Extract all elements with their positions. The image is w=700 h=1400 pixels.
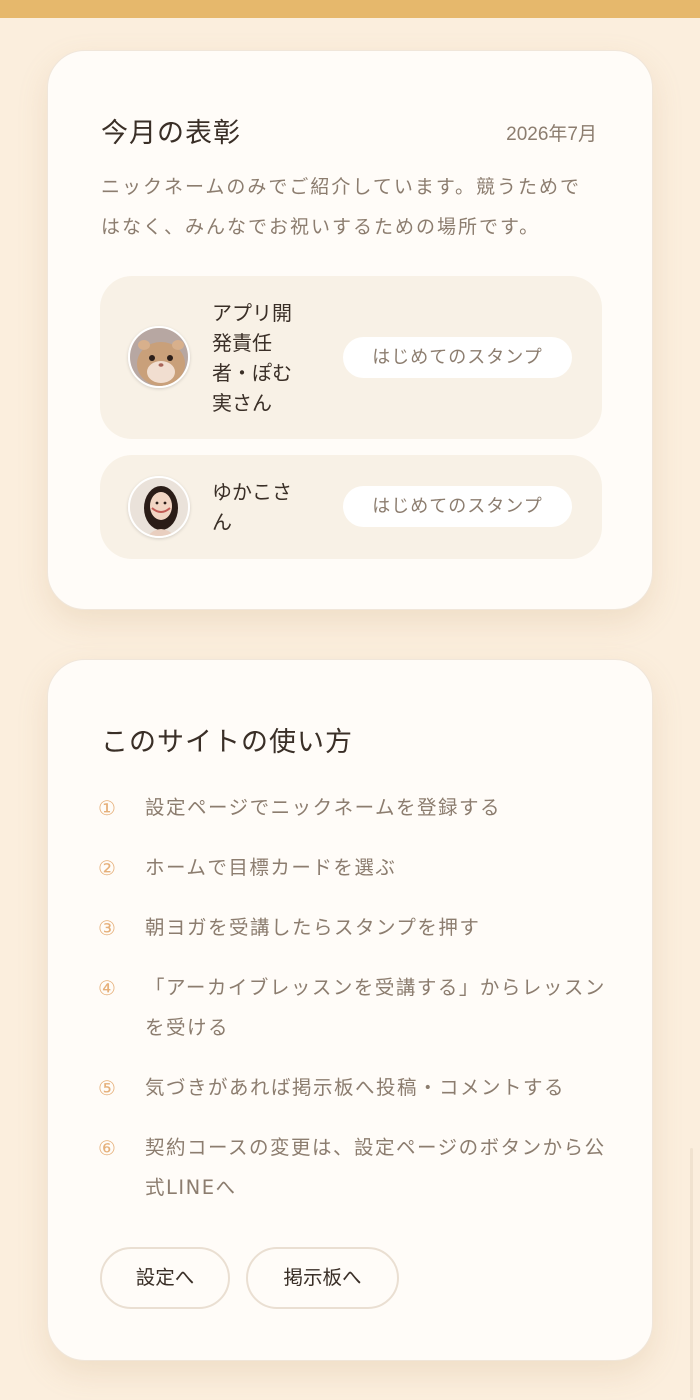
step-text: 設定ページでニックネームを登録する: [145, 796, 502, 819]
step-text: 契約コースの変更は、設定ページのボタンから公式LINEへ: [145, 1136, 606, 1199]
woman-avatar: [128, 476, 190, 538]
hamster-avatar: [128, 326, 190, 388]
step-item: ③ 朝ヨガを受講したらスタンプを押す: [98, 908, 608, 948]
awards-month: 2026年7月: [506, 124, 597, 145]
step-text: 気づきがあれば掲示板へ投稿・コメントする: [145, 1076, 566, 1099]
step-text: ホームで目標カードを選ぶ: [145, 856, 397, 879]
step-number: ②: [98, 856, 116, 880]
winner-name: アプリ開発責任者・ぽむ実さん: [212, 301, 292, 415]
award-badge: はじめてのスタンプ: [343, 337, 572, 378]
monthly-awards-card: 今月の表彰 2026年7月 ニックネームのみでご紹介しています。競うためではなく…: [47, 50, 653, 610]
settings-button[interactable]: 設定へ: [100, 1247, 230, 1309]
scrollbar-thumb[interactable]: [690, 1148, 693, 1398]
howto-title: このサイトの使い方: [101, 727, 353, 758]
winner-row: アプリ開発責任者・ぽむ実さん はじめてのスタンプ: [100, 276, 602, 439]
step-item: ⑤ 気づきがあれば掲示板へ投稿・コメントする: [98, 1068, 608, 1108]
step-item: ④ 「アーカイブレッスンを受講する」からレッスンを受ける: [98, 968, 608, 1048]
winner-row: ゆかこさん はじめてのスタンプ: [100, 455, 602, 559]
step-number: ⑥: [98, 1136, 116, 1160]
awards-intro: ニックネームのみでご紹介しています。競うためではなく、みんなでお祝いするための場…: [101, 176, 581, 238]
step-text: 「アーカイブレッスンを受講する」からレッスンを受ける: [145, 976, 606, 1039]
step-item: ② ホームで目標カードを選ぶ: [98, 848, 608, 888]
step-number: ①: [98, 796, 116, 820]
step-number: ③: [98, 916, 116, 940]
award-badge: はじめてのスタンプ: [343, 486, 572, 527]
step-number: ④: [98, 976, 116, 1000]
step-item: ⑥ 契約コースの変更は、設定ページのボタンから公式LINEへ: [98, 1128, 608, 1208]
awards-title: 今月の表彰: [101, 118, 241, 149]
howto-steps: ① 設定ページでニックネームを登録する ② ホームで目標カードを選ぶ ③ 朝ヨガ…: [98, 788, 608, 1228]
winner-name: ゆかこさん: [212, 480, 292, 534]
top-accent-bar: [0, 0, 700, 18]
step-text: 朝ヨガを受講したらスタンプを押す: [145, 916, 481, 939]
step-number: ⑤: [98, 1076, 116, 1100]
step-item: ① 設定ページでニックネームを登録する: [98, 788, 608, 828]
board-button[interactable]: 掲示板へ: [246, 1247, 399, 1309]
how-to-use-card: このサイトの使い方 ① 設定ページでニックネームを登録する ② ホームで目標カー…: [47, 659, 653, 1361]
